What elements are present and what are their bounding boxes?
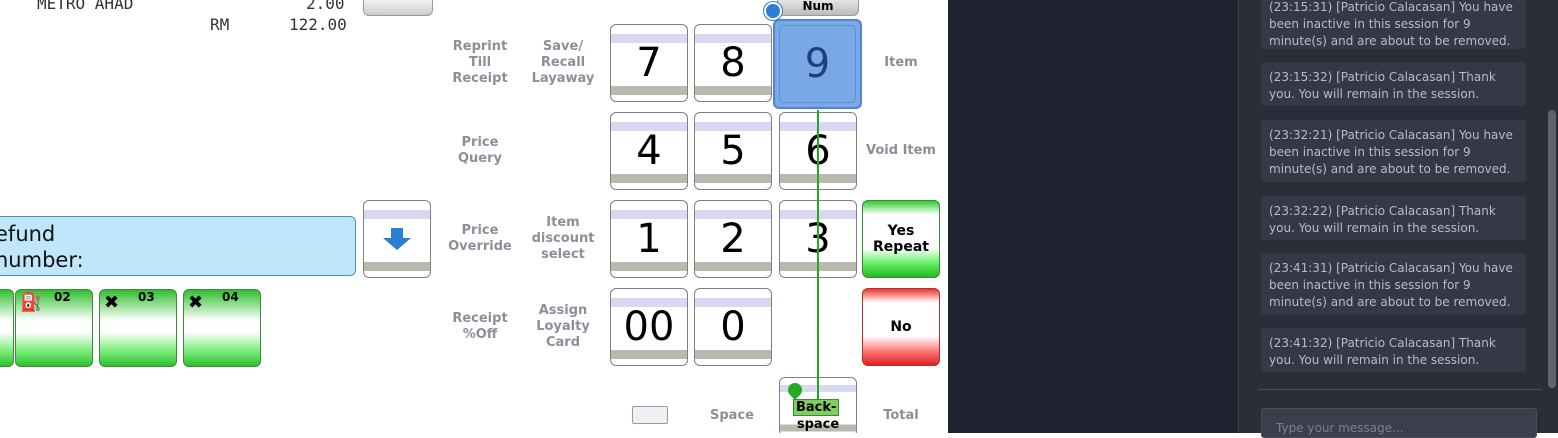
tender-button-03[interactable]: ✖ 03 bbox=[99, 289, 177, 367]
chat-message: (23:32:21) [Patricio Calacasan] You have… bbox=[1261, 120, 1526, 182]
printer-crossed-icon: ✖ bbox=[104, 292, 120, 313]
yes-repeat-button[interactable]: Yes Repeat bbox=[862, 200, 940, 278]
key-9[interactable]: 9 bbox=[773, 19, 862, 109]
tender-label: 03 bbox=[138, 290, 155, 304]
message-box: efund number: bbox=[0, 216, 356, 276]
save-recall-label[interactable]: Save/ Recall Layaway bbox=[528, 39, 598, 87]
chat-divider bbox=[1258, 389, 1542, 390]
receipt-off-label[interactable]: Receipt %Off bbox=[445, 311, 515, 343]
tender-button-04[interactable]: ✖ 04 bbox=[183, 289, 261, 367]
tender-button-02[interactable]: ⛽ 02 bbox=[15, 289, 93, 367]
item-label[interactable]: Item bbox=[866, 55, 936, 71]
arrow-down-icon bbox=[383, 228, 411, 250]
chat-message-text: (23:32:21) [Patricio Calacasan] You have… bbox=[1269, 128, 1513, 176]
space-label[interactable]: Space bbox=[697, 408, 767, 424]
keyboard-icon[interactable] bbox=[632, 406, 668, 424]
assign-loyalty-label[interactable]: Assign Loyalty Card bbox=[528, 303, 598, 351]
chat-message-text: (23:15:31) [Patricio Calacasan] You have… bbox=[1269, 0, 1513, 48]
num-lock-button[interactable]: Num bbox=[777, 0, 859, 16]
chat-message-text: (23:15:32) [Patricio Calacasan] Thank yo… bbox=[1269, 70, 1496, 101]
key-5[interactable]: 5 bbox=[694, 112, 772, 190]
no-button[interactable]: No bbox=[862, 288, 940, 366]
tender-label: 02 bbox=[54, 290, 71, 304]
key-00[interactable]: 00 bbox=[610, 288, 688, 366]
key-0[interactable]: 0 bbox=[694, 288, 772, 366]
drag-path-line bbox=[817, 110, 819, 406]
chat-message-text: (23:32:22) [Patricio Calacasan] Thank yo… bbox=[1269, 204, 1496, 235]
key-4[interactable]: 4 bbox=[610, 112, 688, 190]
reprint-label[interactable]: Reprint Till Receipt bbox=[445, 39, 515, 87]
key-2[interactable]: 2 bbox=[694, 200, 772, 278]
scroll-down-button[interactable] bbox=[363, 200, 431, 278]
chat-scrollbar-thumb[interactable] bbox=[1548, 110, 1556, 388]
pos-screen: METRO AHAD 2.00 RM 122.00 efund number: … bbox=[0, 0, 948, 433]
receipt-item-qty: 2.00 bbox=[306, 0, 345, 13]
scroll-up-button[interactable] bbox=[363, 0, 433, 16]
void-item-label[interactable]: Void Item bbox=[866, 143, 936, 159]
chat-message: (23:41:32) [Patricio Calacasan] Thank yo… bbox=[1261, 328, 1526, 372]
receipt-item-name: METRO AHAD bbox=[37, 0, 134, 13]
crosshair-icon bbox=[764, 2, 782, 20]
chat-message: (23:32:22) [Patricio Calacasan] Thank yo… bbox=[1261, 196, 1526, 240]
chat-message-text: (23:41:31) [Patricio Calacasan] You have… bbox=[1269, 261, 1513, 309]
printer-crossed-icon: ✖ bbox=[188, 292, 204, 313]
item-discount-label[interactable]: Item discount select bbox=[528, 215, 598, 263]
backspace-tag: Back- bbox=[793, 399, 840, 416]
receipt-currency: RM bbox=[210, 15, 230, 34]
key-8[interactable]: 8 bbox=[694, 24, 772, 102]
receipt-total: 122.00 bbox=[289, 15, 347, 34]
message-line-1: efund bbox=[0, 222, 56, 246]
message-line-2: number: bbox=[0, 248, 84, 272]
chat-message-text: (23:41:32) [Patricio Calacasan] Thank yo… bbox=[1269, 336, 1496, 367]
fuel-pump-icon: ⛽ bbox=[20, 292, 43, 313]
chat-message-input[interactable]: Type your message... bbox=[1261, 408, 1537, 438]
key-7[interactable]: 7 bbox=[610, 24, 688, 102]
price-override-label[interactable]: Price Override bbox=[445, 223, 515, 255]
chat-message: (23:15:32) [Patricio Calacasan] Thank yo… bbox=[1261, 62, 1526, 106]
price-query-label[interactable]: Price Query bbox=[445, 135, 515, 167]
tender-label: 04 bbox=[222, 290, 239, 304]
total-label[interactable]: Total bbox=[866, 408, 936, 424]
chat-message: (23:15:31) [Patricio Calacasan] You have… bbox=[1261, 0, 1526, 49]
tender-button-01[interactable] bbox=[0, 289, 14, 367]
key-1[interactable]: 1 bbox=[610, 200, 688, 278]
chat-message: (23:41:31) [Patricio Calacasan] You have… bbox=[1261, 253, 1526, 315]
